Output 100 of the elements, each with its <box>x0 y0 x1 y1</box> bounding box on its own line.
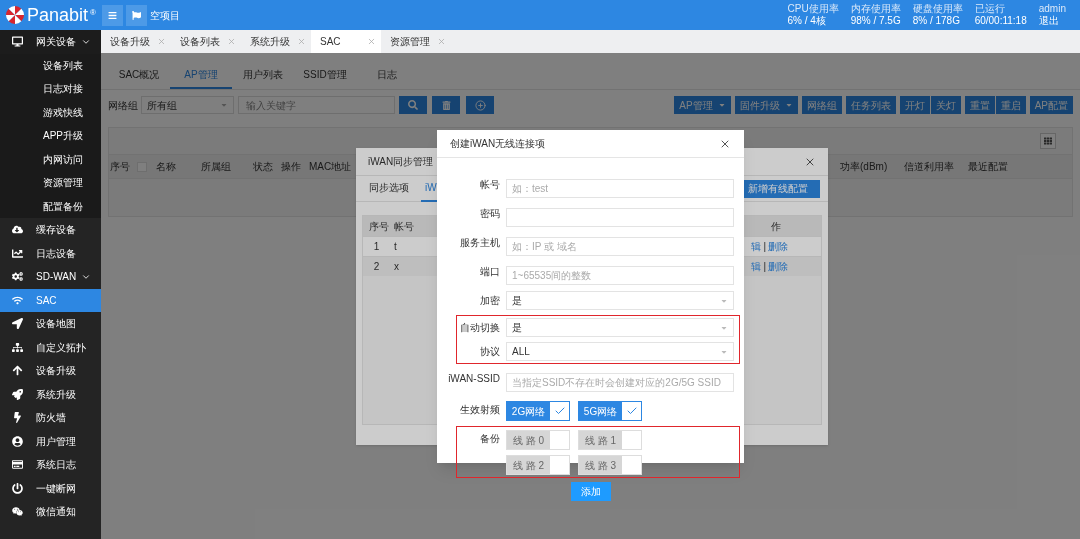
sidebar-item[interactable]: 微信通知 <box>0 500 101 524</box>
field-label: 帐号 <box>479 178 500 192</box>
check-option[interactable]: 线 路 0 <box>506 430 570 450</box>
input-field[interactable]: 如：IP 或 域名 <box>506 237 734 256</box>
dialog-title: iWAN同步管理 <box>368 155 434 169</box>
check-option[interactable]: 线 路 2 <box>506 455 570 475</box>
sub-tab[interactable]: SSID管理 <box>294 65 356 89</box>
stat-value: 退出 <box>1038 15 1060 27</box>
columns-icon <box>1044 137 1052 145</box>
menu-button[interactable] <box>102 4 123 26</box>
gears-icon <box>12 271 23 283</box>
lightning-icon <box>12 412 23 424</box>
project-name: 空项目 <box>150 8 180 23</box>
sidebar-item[interactable]: 系统升级 <box>0 382 101 406</box>
delete-link[interactable]: 删除 <box>768 239 788 254</box>
dialog-tab[interactable]: 同步选项 <box>365 175 413 202</box>
column-header: 序号 <box>110 161 130 172</box>
check-option[interactable]: 5G网络 <box>578 401 642 421</box>
sidebar-item[interactable]: 设备升级 <box>0 359 101 383</box>
field-label: 备份 <box>479 432 500 446</box>
rocket-icon <box>12 388 23 400</box>
field-label: 协议 <box>479 345 500 359</box>
project-button[interactable] <box>126 4 147 26</box>
check-option[interactable]: 线 路 3 <box>578 455 642 475</box>
sidebar-item[interactable]: 日志设备 <box>0 241 101 265</box>
sidebar-item[interactable]: SD-WAN <box>0 265 101 289</box>
columns-button[interactable] <box>1040 133 1056 149</box>
trash-icon <box>441 100 451 110</box>
edit-link[interactable]: 辑 <box>751 239 762 254</box>
input-field[interactable]: 当指定SSID不存在时会创建对应的2G/5G SSID <box>506 373 734 392</box>
field-label: 服务主机 <box>459 236 500 250</box>
input-field[interactable]: 1~65535间的整数 <box>506 266 734 285</box>
sidebar-item[interactable]: 系统日志 <box>0 453 101 477</box>
sub-tab[interactable]: SAC概况 <box>108 65 170 89</box>
field-label: 端口 <box>479 265 500 279</box>
select-field[interactable]: ALL <box>506 342 734 361</box>
select-field[interactable]: 是 <box>506 291 734 310</box>
window-icon <box>12 459 23 471</box>
column-header: 信道利用率 <box>904 161 954 172</box>
caret-icon <box>784 101 793 109</box>
add-button[interactable] <box>466 96 494 114</box>
arrow-up-icon <box>12 365 23 377</box>
column-header: 作 <box>771 219 781 234</box>
stat-label: 已运行 <box>974 3 1006 15</box>
page-tab[interactable]: 设备升级 <box>101 30 171 53</box>
submenu-item[interactable]: 设备列表 <box>0 53 101 77</box>
check-option[interactable]: 2G网络 <box>506 401 570 421</box>
input-field[interactable]: 如：test <box>506 179 734 198</box>
check-option[interactable]: 线 路 1 <box>578 430 642 450</box>
caret-icon <box>717 101 726 109</box>
search-button[interactable] <box>399 96 427 114</box>
sidebar-item[interactable]: SAC <box>0 288 101 312</box>
wifi-icon <box>12 294 23 306</box>
stat-value: 6% / 4核 <box>787 15 827 27</box>
sidebar-item[interactable]: 防火墙 <box>0 406 101 430</box>
check-icon <box>625 405 638 417</box>
sidebar-item[interactable]: 缓存设备 <box>0 218 101 242</box>
column-header: MAC地址 <box>309 161 352 172</box>
column-header: 功率(dBm) <box>840 161 888 172</box>
group-label: 网络组 <box>108 98 138 113</box>
desktop-icon <box>12 36 23 48</box>
sidebar-item[interactable]: 网关设备 <box>0 30 101 54</box>
table-cell-text: 2 <box>372 260 381 274</box>
stat-label: admin <box>1038 3 1066 15</box>
sub-tab[interactable]: 日志 <box>356 65 418 89</box>
input-field[interactable] <box>506 208 734 227</box>
submenu-item[interactable]: 日志对接 <box>0 77 101 101</box>
sub-tab[interactable]: 用户列表 <box>232 65 294 89</box>
group-select[interactable]: 所有组 <box>141 96 234 114</box>
check-icon <box>553 405 566 417</box>
field-label: iWAN-SSID <box>447 372 500 386</box>
select-field[interactable]: 是 <box>506 318 734 337</box>
sidebar-item[interactable]: 自定义拓扑 <box>0 335 101 359</box>
submenu-item[interactable]: 资源管理 <box>0 171 101 195</box>
search-icon <box>408 100 418 110</box>
column-header: 操作 <box>281 161 301 172</box>
flag-icon <box>132 10 141 20</box>
delete-button[interactable] <box>432 96 460 114</box>
submenu-item[interactable]: 配置备份 <box>0 194 101 218</box>
submenu-item[interactable]: 内网访问 <box>0 147 101 171</box>
plus-circle-icon <box>474 99 486 111</box>
submenu-item[interactable]: 游戏快线 <box>0 100 101 124</box>
line-chart-icon <box>12 247 23 259</box>
sidebar-item[interactable]: 用户管理 <box>0 429 101 453</box>
submenu-item[interactable]: APP升级 <box>0 124 101 148</box>
sidebar-item[interactable]: 一键断网 <box>0 476 101 500</box>
dialog-title: 创建iWAN无线连接项 <box>450 137 546 151</box>
page-tab[interactable]: 设备列表 <box>171 30 241 53</box>
field-label: 自动切换 <box>459 321 500 335</box>
column-header: 帐号 <box>393 219 414 234</box>
column-header: 序号 <box>368 219 390 234</box>
caret-icon <box>220 101 228 109</box>
page-tab[interactable]: 系统升级 <box>241 30 311 53</box>
menu-icon <box>108 10 117 20</box>
link-separator: | <box>763 240 766 254</box>
page-tab[interactable]: SAC <box>311 30 381 53</box>
page-tab[interactable]: 资源管理 <box>381 30 451 53</box>
stat-label: CPU使用率 <box>787 3 839 15</box>
sidebar-item[interactable]: 设备地图 <box>0 312 101 336</box>
stat-value: 98% / 7.5G <box>850 15 901 27</box>
